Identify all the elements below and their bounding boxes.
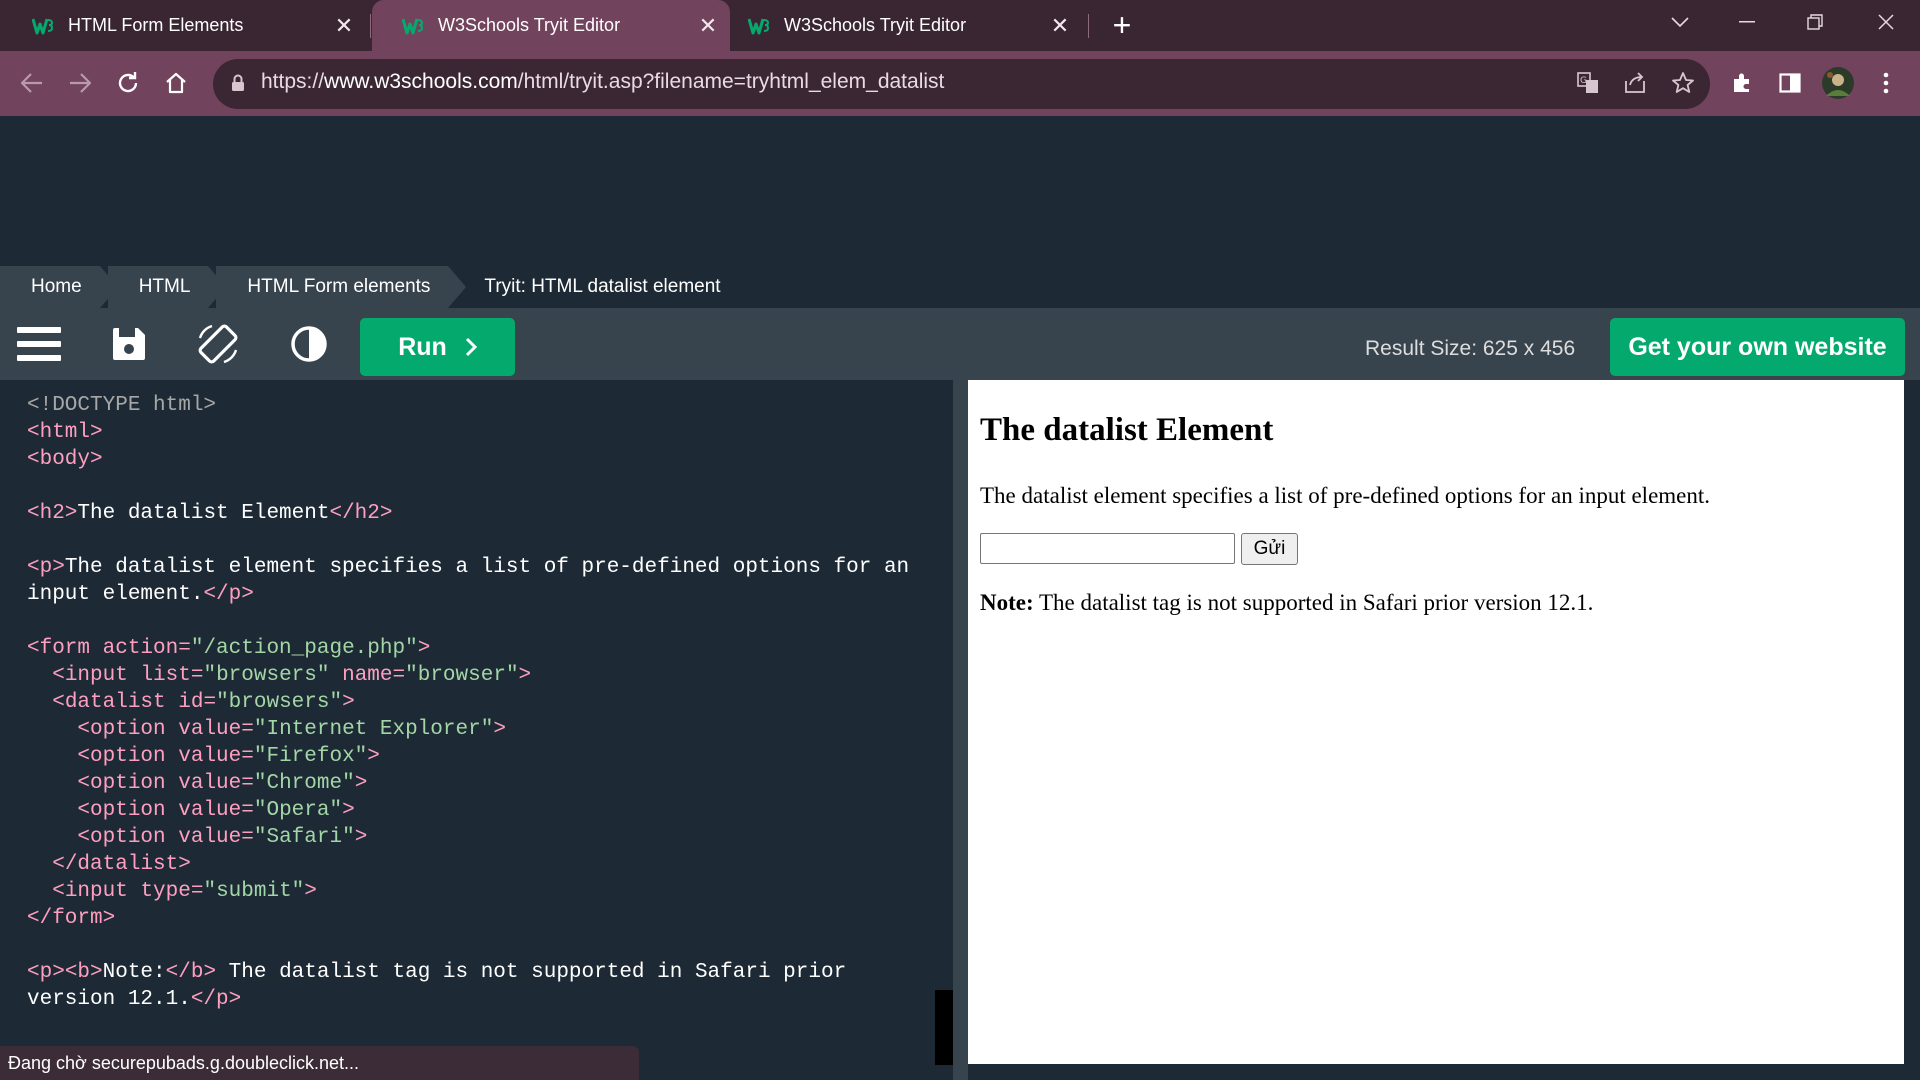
svg-text:G: G bbox=[1580, 76, 1587, 86]
breadcrumb-home[interactable]: Home bbox=[0, 266, 118, 308]
chevron-right-icon bbox=[465, 337, 477, 357]
contrast-theme-icon[interactable] bbox=[285, 320, 333, 368]
tab-tryit-editor[interactable]: W3Schools Tryit Editor ✕ bbox=[730, 0, 1088, 51]
code-editor[interactable]: <!DOCTYPE html> <html> <body> <h2>The da… bbox=[15, 380, 935, 1080]
tab-bar: HTML Form Elements ✕ W3Schools Tryit Edi… bbox=[0, 0, 1920, 51]
w3schools-favicon-icon bbox=[748, 15, 770, 37]
close-tab-icon[interactable]: ✕ bbox=[696, 13, 720, 38]
run-button[interactable]: Run bbox=[360, 318, 515, 376]
home-icon[interactable] bbox=[158, 65, 194, 101]
forward-icon[interactable] bbox=[62, 65, 98, 101]
w3schools-favicon-icon bbox=[402, 15, 424, 37]
code-text[interactable]: <!DOCTYPE html> <html> <body> <h2>The da… bbox=[27, 392, 909, 1013]
profile-avatar[interactable] bbox=[1820, 65, 1856, 101]
breadcrumb-current: Tryit: HTML datalist element bbox=[484, 276, 721, 297]
share-icon[interactable] bbox=[1617, 65, 1653, 101]
close-window-icon[interactable] bbox=[1866, 6, 1906, 38]
browser-datalist-input[interactable] bbox=[980, 533, 1235, 564]
close-tab-icon[interactable]: ✕ bbox=[1048, 13, 1072, 38]
bookmark-star-icon[interactable] bbox=[1665, 65, 1701, 101]
restore-icon[interactable] bbox=[1795, 6, 1835, 38]
tab-title: W3Schools Tryit Editor bbox=[784, 15, 967, 35]
pane-divider[interactable] bbox=[953, 380, 968, 1080]
minimize-icon[interactable] bbox=[1727, 6, 1767, 38]
new-tab-plus-icon[interactable]: + bbox=[1106, 9, 1138, 42]
w3schools-favicon-icon bbox=[32, 15, 54, 37]
breadcrumb-html[interactable]: HTML bbox=[107, 266, 227, 308]
status-bar: Đang chờ securepubads.g.doubleclick.net.… bbox=[0, 1046, 639, 1080]
tab-title: W3Schools Tryit Editor bbox=[438, 15, 621, 35]
back-icon[interactable] bbox=[14, 65, 50, 101]
result-paragraph: The datalist element specifies a list of… bbox=[980, 483, 1711, 508]
side-panel-icon[interactable] bbox=[1772, 65, 1808, 101]
result-heading: The datalist Element bbox=[980, 412, 1274, 448]
breadcrumb: Home HTML HTML Form elements Tryit: HTML… bbox=[0, 266, 747, 308]
hamburger-menu-icon[interactable] bbox=[15, 320, 63, 368]
code-scrollbar-thumb[interactable] bbox=[935, 990, 953, 1065]
rotate-layout-icon[interactable] bbox=[194, 320, 242, 368]
url-text[interactable]: https://www.w3schools.com/html/tryit.asp… bbox=[261, 70, 944, 94]
more-menu-icon[interactable] bbox=[1868, 65, 1904, 101]
save-floppy-icon[interactable] bbox=[105, 320, 153, 368]
close-tab-icon[interactable]: ✕ bbox=[332, 13, 356, 38]
result-note: Note: The datalist tag is not supported … bbox=[980, 590, 1594, 615]
submit-button[interactable]: Gửi bbox=[1241, 533, 1298, 565]
reload-icon[interactable] bbox=[110, 65, 146, 101]
tab-tryit-editor-active[interactable]: W3Schools Tryit Editor ✕ bbox=[372, 0, 730, 51]
result-frame: The datalist Element The datalist elemen… bbox=[968, 380, 1904, 1064]
breadcrumb-html-form-elements[interactable]: HTML Form elements bbox=[216, 266, 467, 308]
translate-icon[interactable]: G bbox=[1570, 65, 1606, 101]
extensions-puzzle-icon[interactable] bbox=[1724, 65, 1760, 101]
lock-icon[interactable] bbox=[220, 65, 256, 101]
tab-title: HTML Form Elements bbox=[68, 15, 244, 35]
tab-search-chevron-icon[interactable] bbox=[1660, 6, 1700, 38]
result-size-label: Result Size: 625 x 456 bbox=[1365, 337, 1576, 360]
tab-html-form-elements[interactable]: HTML Form Elements ✕ bbox=[0, 0, 366, 51]
get-your-own-website-button[interactable]: Get your own website bbox=[1610, 318, 1905, 376]
